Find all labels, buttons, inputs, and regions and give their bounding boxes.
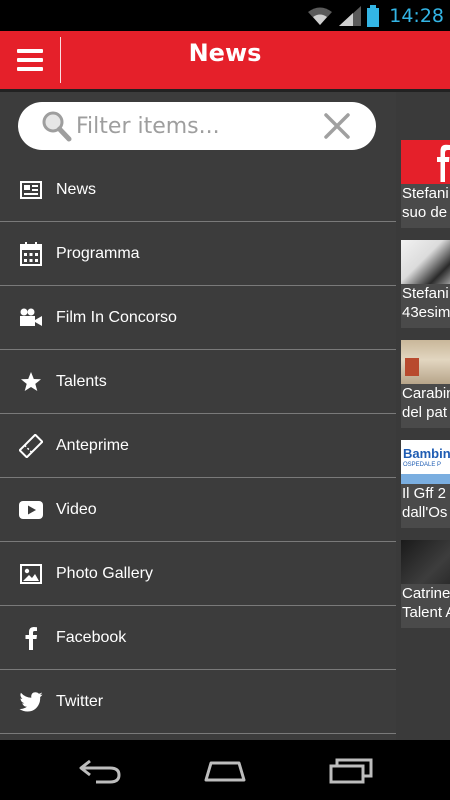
menu-item-label: Film In Concorso <box>56 308 177 326</box>
menu-item-video[interactable]: Video <box>0 478 396 542</box>
menu-item-film-in-concorso[interactable]: Film In Concorso <box>0 286 396 350</box>
facebook-icon <box>437 144 450 182</box>
news-card-caption: Il Gff 2 dall'Os <box>401 484 450 528</box>
back-icon[interactable] <box>76 754 124 786</box>
news-feed: Stefani suo de Stefani 43esim Carabin del p… <box>396 92 450 740</box>
recent-apps-icon[interactable] <box>327 754 375 786</box>
menu-item-label: Anteprime <box>56 436 129 454</box>
news-card-caption: CatrineTalent A <box>401 584 450 628</box>
calendar-icon <box>18 241 44 267</box>
news-card-thumbnail: Bambin OSPEDALE P <box>401 440 450 484</box>
news-card[interactable]: Stefani 43esim <box>401 240 450 328</box>
menu-item-news[interactable]: News <box>0 158 396 222</box>
menu-item-label: News <box>56 180 97 198</box>
news-card-thumbnail <box>401 240 450 284</box>
video-camera-icon <box>18 305 44 331</box>
app-bar: News <box>0 31 450 89</box>
search-field[interactable]: Filter items... <box>18 102 376 150</box>
menu-item-talents[interactable]: Talents <box>0 350 396 414</box>
facebook-icon <box>18 625 44 651</box>
news-card[interactable]: CatrineTalent A <box>401 540 450 628</box>
news-card[interactable]: Bambin OSPEDALE P Il Gff 2 dall'Os <box>401 440 450 528</box>
twitter-icon <box>18 689 44 715</box>
page-title: News <box>188 39 262 67</box>
news-card[interactable]: Carabin del pat <box>401 340 450 428</box>
menu-item-facebook[interactable]: Facebook <box>0 606 396 670</box>
system-navigation-bar <box>0 740 450 800</box>
clear-icon[interactable] <box>322 111 352 141</box>
news-card[interactable]: Stefani suo de <box>401 140 450 228</box>
menu-item-anteprime[interactable]: Anteprime <box>0 414 396 478</box>
menu-item-photo-gallery[interactable]: Photo Gallery <box>0 542 396 606</box>
search-icon <box>42 111 72 142</box>
newspaper-icon <box>18 177 44 203</box>
menu-item-label: Programma <box>56 244 140 262</box>
ticket-icon <box>18 433 44 459</box>
news-card-caption: Stefani suo de <box>401 184 450 228</box>
menu-item-label: Video <box>56 500 97 518</box>
signal-icon <box>339 6 362 26</box>
facebook-thumbnail <box>401 140 450 184</box>
status-icons: 14:28 <box>307 4 444 28</box>
news-card-thumbnail <box>401 340 450 384</box>
star-icon <box>18 369 44 395</box>
menu-item-twitter[interactable]: Twitter <box>0 670 396 734</box>
menu-item-label: Photo Gallery <box>56 564 153 582</box>
menu-item-programma[interactable]: Programma <box>0 222 396 286</box>
search-input[interactable]: Filter items... <box>76 114 322 139</box>
image-icon <box>18 561 44 587</box>
menu-item-label: Facebook <box>56 628 127 646</box>
news-card-thumbnail <box>401 540 450 584</box>
status-bar: 14:28 <box>0 0 450 31</box>
menu-list: News Programma Film In Concorso Talents … <box>0 158 396 734</box>
news-card-caption: Carabin del pat <box>401 384 450 428</box>
wifi-icon <box>308 7 333 25</box>
battery-icon <box>367 5 380 27</box>
news-card-caption: Stefani 43esim <box>401 284 450 328</box>
home-icon[interactable] <box>201 754 249 786</box>
menu-item-label: Twitter <box>56 692 104 710</box>
clock: 14:28 <box>389 5 444 27</box>
menu-item-label: Talents <box>56 372 107 390</box>
play-icon <box>18 497 44 523</box>
navigation-drawer: Filter items... News Programma Film In C… <box>0 92 396 740</box>
